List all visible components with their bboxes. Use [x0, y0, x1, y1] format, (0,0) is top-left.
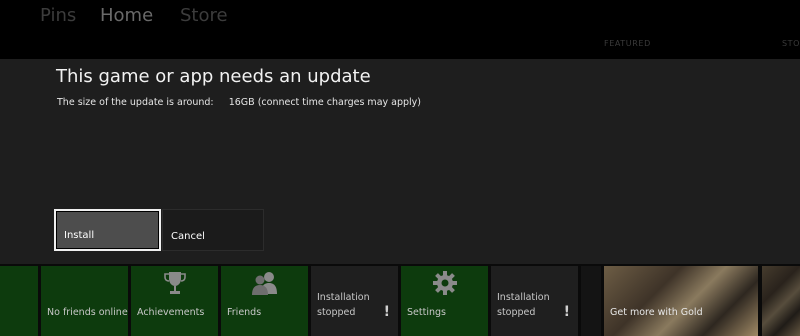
featured-section-label: FEATURED — [604, 39, 651, 48]
tile-friends[interactable]: Friends — [221, 266, 308, 336]
tile-label: Friends — [227, 307, 262, 318]
dialog-message: The size of the update is around: 16GB (… — [57, 97, 422, 108]
update-dialog: This game or app needs an update The siz… — [0, 59, 800, 264]
tile-get-more-with-gold[interactable]: Get more with Gold — [604, 266, 758, 336]
install-button[interactable]: Install — [54, 209, 161, 251]
tile-achievements[interactable]: Achievements — [131, 266, 218, 336]
tab-store[interactable]: Store — [180, 5, 228, 26]
store-section-label: STO — [782, 39, 800, 48]
tile-partial-right[interactable] — [762, 266, 800, 336]
trophy-icon — [163, 270, 186, 299]
tile-label: Installation stopped — [497, 292, 550, 318]
warning-icon: ! — [563, 304, 570, 320]
tab-pins[interactable]: Pins — [40, 5, 76, 26]
warning-icon: ! — [383, 304, 390, 320]
tile-label: Settings — [407, 307, 446, 318]
dialog-title: This game or app needs an update — [56, 66, 371, 87]
tile-partial-left[interactable] — [0, 266, 38, 336]
tile-installation-stopped[interactable]: Installation stopped ! — [491, 266, 578, 336]
home-tiles-row: No friends online Achievements Friends I… — [0, 264, 800, 336]
tile-label: No friends online — [47, 307, 128, 318]
friends-icon — [250, 270, 280, 299]
tab-home[interactable]: Home — [100, 5, 153, 26]
install-button-label: Install — [64, 230, 95, 241]
tile-settings[interactable]: Settings — [401, 266, 488, 336]
tile-label: Installation stopped — [317, 292, 370, 318]
cancel-button-label: Cancel — [171, 231, 205, 242]
gear-icon — [432, 270, 458, 299]
tile-label: Achievements — [137, 307, 205, 318]
tile-no-friends[interactable]: No friends online — [41, 266, 128, 336]
cancel-button[interactable]: Cancel — [162, 209, 264, 251]
top-navigation: Pins Home Store FEATURED STO — [0, 0, 800, 60]
tile-spacer — [581, 266, 601, 336]
tile-installation-stopped[interactable]: Installation stopped ! — [311, 266, 398, 336]
tile-label: Get more with Gold — [610, 307, 703, 318]
